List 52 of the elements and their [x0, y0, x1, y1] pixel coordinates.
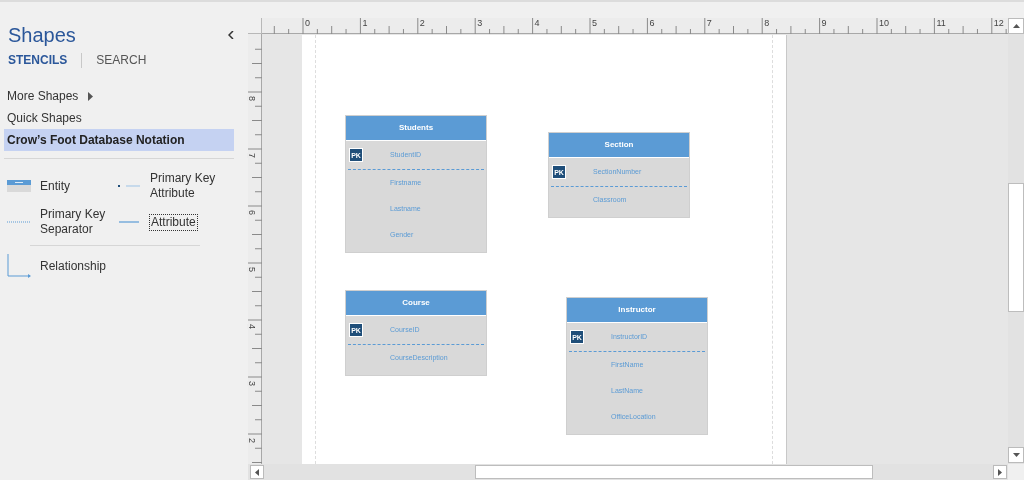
down-arrow-icon: [1012, 453, 1020, 457]
stencil-menu-item[interactable]: More Shapes: [4, 85, 234, 107]
panel-title: Shapes: [8, 23, 76, 48]
ruler-label: 6: [247, 210, 256, 215]
connector-icon: [6, 254, 32, 278]
scroll-up-button[interactable]: [1008, 18, 1024, 34]
ruler-label: 9: [820, 18, 828, 28]
entity-name: Section: [604, 139, 634, 151]
panel-tab[interactable]: SEARCH: [96, 51, 147, 69]
ruler-label: 2: [418, 18, 426, 28]
ruler-label: 6: [648, 18, 656, 28]
ruler-label: 4: [533, 18, 541, 28]
scroll-left-button[interactable]: [250, 465, 264, 479]
panel-tab[interactable]: STENCILS: [8, 51, 68, 69]
collapse-icon[interactable]: [228, 31, 234, 39]
stencil-menu-item[interactable]: Crow’s Foot Database Notation: [4, 129, 234, 151]
ruler-label: 7: [705, 18, 713, 28]
line-icon: [119, 221, 139, 223]
scroll-right-button[interactable]: [993, 465, 1007, 479]
stencil-menu-item[interactable]: Quick Shapes: [4, 107, 234, 129]
ruler-label: 3: [247, 381, 256, 386]
ruler-label: 4: [247, 324, 256, 329]
ruler-label: 12: [992, 18, 1005, 28]
shape-label[interactable]: Primary Key Separator: [40, 207, 114, 237]
ruler-label: 5: [591, 18, 598, 28]
scrollbar-thumb[interactable]: [1008, 183, 1024, 312]
ruler-label: 2: [247, 438, 256, 443]
scroll-down-button[interactable]: [1008, 447, 1024, 463]
ruler-label: 5: [247, 267, 256, 272]
scrollbar-thumb[interactable]: [475, 465, 873, 479]
shape-label[interactable]: Attribute: [150, 214, 197, 230]
entity-name: Instructor: [618, 304, 656, 316]
right-arrow-icon: [998, 468, 1002, 476]
key-attribute-icon: [118, 184, 140, 188]
shape-label[interactable]: Entity: [40, 178, 114, 194]
left-arrow-icon: [255, 468, 259, 476]
ruler-label: 10: [878, 18, 890, 28]
ruler-label: 1: [361, 18, 369, 28]
shape-label[interactable]: Primary Key Attribute: [150, 171, 230, 201]
ruler-label: 8: [763, 18, 771, 28]
submenu-arrow-icon: [88, 91, 94, 101]
ruler-label: 0: [304, 18, 311, 28]
shape-label[interactable]: Relationship: [40, 258, 120, 274]
entity-name: Course: [402, 297, 430, 309]
ruler-label: 8: [247, 96, 256, 101]
dotted-line-icon: [7, 221, 31, 223]
ruler-label: 11: [935, 18, 947, 28]
entity-name: Students: [398, 122, 434, 134]
up-arrow-icon: [1012, 24, 1020, 28]
ruler-label: 7: [247, 153, 256, 158]
ruler-label: 3: [476, 18, 484, 28]
entity-icon: [7, 180, 31, 192]
